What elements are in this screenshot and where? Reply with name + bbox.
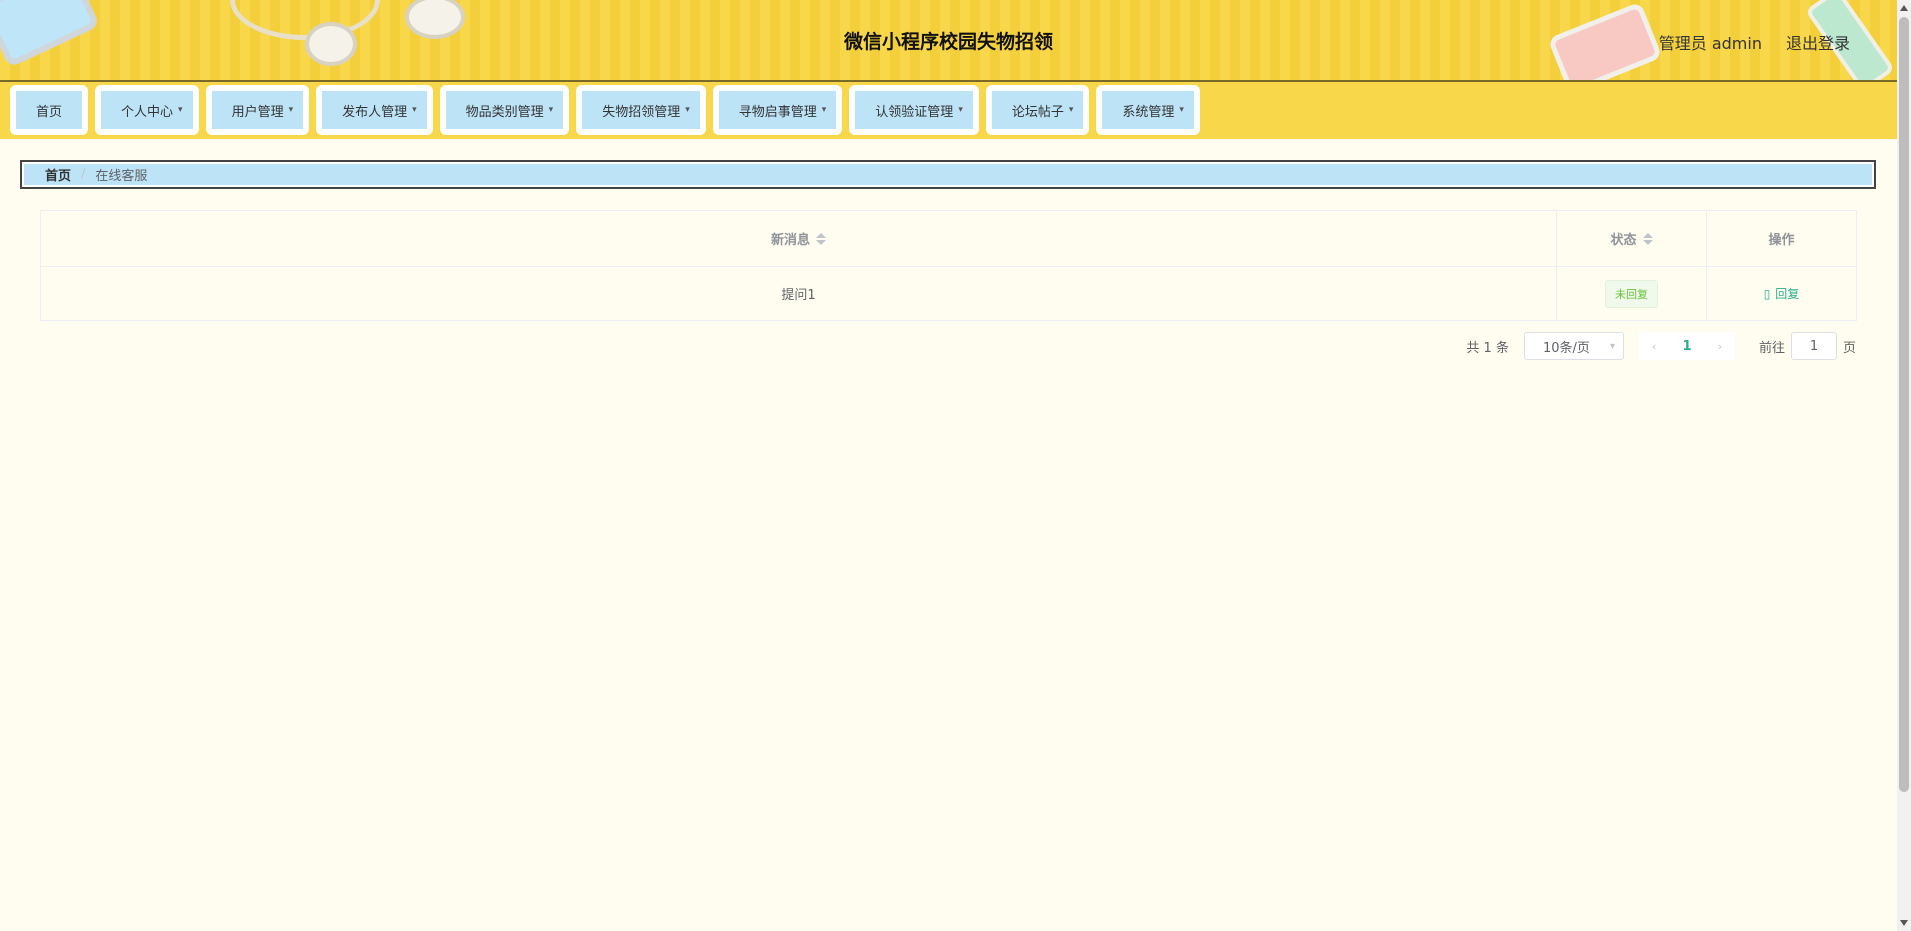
header-bar: 微信小程序校园失物招领 管理员 admin 退出登录	[0, 0, 1897, 82]
nav-item-label: 系统管理	[1122, 104, 1175, 120]
nav-item-home[interactable]: 首页	[10, 85, 89, 135]
nav-item-label: 个人中心	[121, 104, 174, 120]
nav-item-claim-verification[interactable]: 认领验证管理 ▾	[849, 85, 979, 135]
nav-item-user-management[interactable]: 用户管理 ▾	[205, 85, 310, 135]
next-page-button[interactable]: ›	[1705, 340, 1735, 353]
nav-item-lost-found-management[interactable]: 失物招领管理 ▾	[576, 85, 706, 135]
status-cell: 未回复	[1557, 267, 1707, 320]
nav-item-search-notice-management[interactable]: 寻物启事管理 ▾	[712, 85, 843, 135]
nav-item-label: 论坛帖子	[1011, 104, 1064, 120]
chevron-down-icon: ▾	[288, 105, 294, 115]
page-suffix: 页	[1842, 340, 1856, 356]
breadcrumb-current: 在线客服	[95, 169, 148, 184]
pagination-total: 共 1 条	[1466, 340, 1509, 356]
chevron-down-icon: ▾	[548, 105, 554, 115]
nav-item-label: 寻物启事管理	[738, 104, 817, 120]
messages-table: 新消息 状态 操作 提问1 未回复 ▯ 回复	[40, 210, 1857, 321]
page-number-current[interactable]: 1	[1669, 339, 1705, 354]
table-header-row: 新消息 状态 操作	[41, 211, 1856, 267]
action-cell: ▯ 回复	[1707, 267, 1856, 320]
column-header-label: 操作	[1768, 233, 1795, 248]
nav-item-forum-posts[interactable]: 论坛帖子 ▾	[985, 85, 1090, 135]
vertical-scrollbar[interactable]	[1897, 0, 1911, 931]
column-header-action: 操作	[1707, 211, 1856, 266]
reply-label: 回复	[1775, 287, 1800, 301]
scrollbar-thumb[interactable]	[1899, 17, 1909, 792]
table-row: 提问1 未回复 ▯ 回复	[41, 267, 1856, 320]
column-header-message[interactable]: 新消息	[41, 211, 1557, 266]
nav-item-personal-center[interactable]: 个人中心 ▾	[95, 85, 199, 135]
pager-controls: ‹ 1 ›	[1638, 332, 1735, 360]
sort-icon[interactable]	[816, 232, 826, 245]
pagination: 共 1 条 10条/页 ▾ ‹ 1 › 前往 1 页	[1466, 332, 1856, 360]
chevron-down-icon: ▾	[1179, 105, 1184, 115]
page-jumper: 前往 1 页	[1759, 332, 1856, 360]
logout-button[interactable]: 退出登录	[1786, 30, 1850, 54]
nav-item-category-management[interactable]: 物品类别管理 ▾	[439, 85, 570, 135]
chevron-down-icon: ▾	[178, 105, 183, 115]
chevron-down-icon: ▾	[685, 105, 690, 115]
user-area: 管理员 admin 退出登录	[1659, 30, 1850, 54]
breadcrumb: 首页 / 在线客服	[20, 160, 1876, 189]
reply-button[interactable]: ▯ 回复	[1764, 285, 1800, 302]
chevron-down-icon: ▾	[1068, 105, 1074, 115]
page-size-select[interactable]: 10条/页 ▾	[1523, 332, 1624, 360]
chevron-down-icon: ▾	[1609, 340, 1615, 352]
nav-item-publisher-management[interactable]: 发布人管理 ▾	[316, 85, 433, 135]
chevron-down-icon: ▾	[958, 105, 963, 115]
message-cell: 提问1	[41, 267, 1557, 320]
app-title: 微信小程序校园失物招领	[843, 31, 1053, 53]
goto-page-input[interactable]: 1	[1790, 332, 1837, 360]
chevron-down-icon: ▾	[412, 105, 417, 115]
status-badge: 未回复	[1605, 279, 1658, 308]
scroll-up-icon[interactable]	[1900, 5, 1908, 11]
nav-item-label: 首页	[36, 104, 63, 120]
breadcrumb-separator: /	[81, 167, 86, 182]
nav-item-label: 发布人管理	[342, 104, 408, 120]
main-nav: 首页 个人中心 ▾ 用户管理 ▾ 发布人管理 ▾ 物品类别管理 ▾ 失物招领管理 ▾ 寻物…	[0, 82, 1897, 139]
breadcrumb-home-link[interactable]: 首页	[45, 165, 71, 184]
column-header-label: 新消息	[770, 233, 810, 248]
prev-page-button[interactable]: ‹	[1639, 340, 1669, 353]
chevron-down-icon: ▾	[821, 105, 827, 115]
nav-item-label: 物品类别管理	[465, 104, 544, 120]
nav-item-label: 认领验证管理	[875, 104, 954, 120]
nav-item-system-management[interactable]: 系统管理 ▾	[1096, 85, 1200, 135]
page-size-value: 10条/页	[1542, 340, 1590, 356]
column-header-status[interactable]: 状态	[1557, 211, 1707, 266]
nav-item-label: 失物招领管理	[602, 104, 681, 120]
reply-icon: ▯	[1763, 286, 1771, 301]
scroll-down-icon[interactable]	[1900, 920, 1908, 926]
sort-icon[interactable]	[1642, 232, 1653, 245]
nav-item-label: 用户管理	[231, 104, 284, 120]
admin-user-label[interactable]: 管理员 admin	[1659, 30, 1762, 54]
column-header-label: 状态	[1610, 233, 1637, 248]
goto-label: 前往	[1758, 340, 1785, 356]
